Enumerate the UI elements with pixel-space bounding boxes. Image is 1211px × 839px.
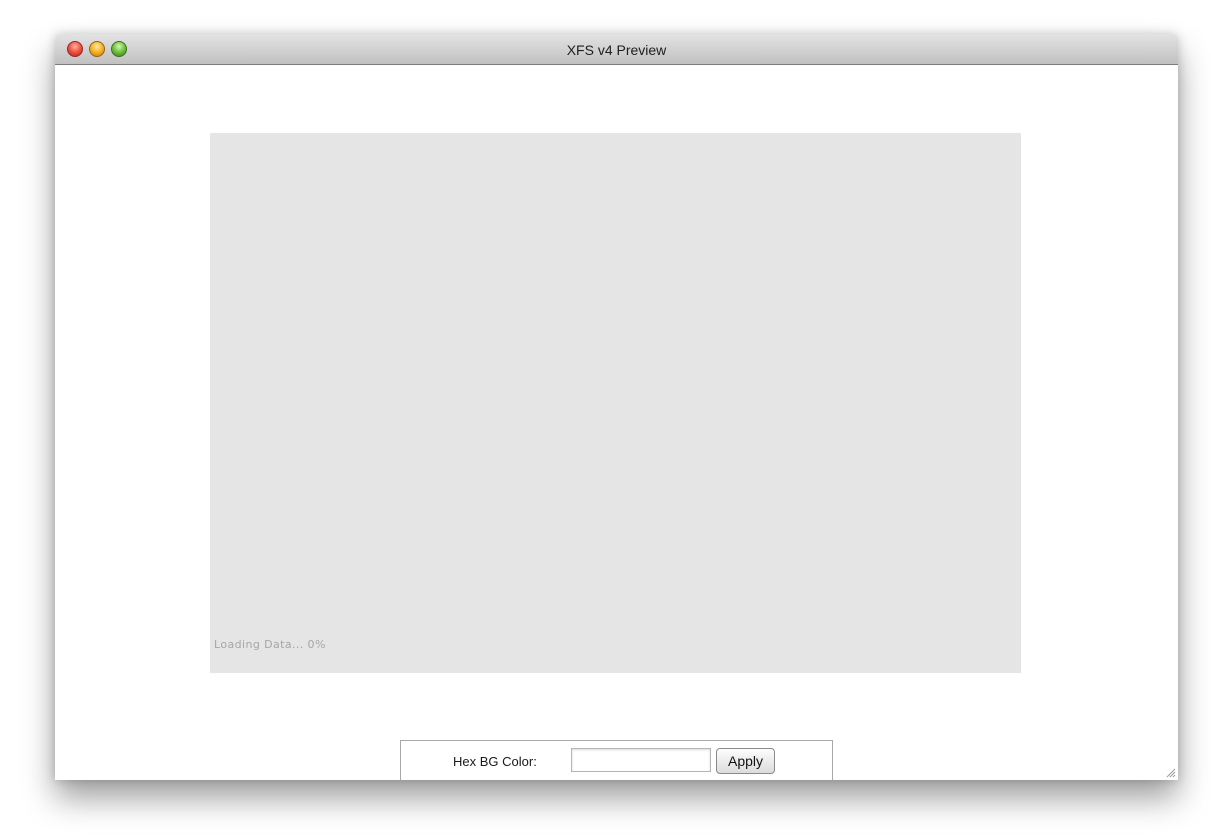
apply-button[interactable]: Apply — [716, 748, 775, 774]
resize-grip-icon[interactable] — [1164, 766, 1176, 778]
hex-bg-color-input[interactable] — [571, 748, 711, 772]
preview-stage: Loading Data... 0% — [210, 133, 1021, 673]
window-title: XFS v4 Preview — [566, 42, 667, 58]
bg-color-controls: Hex BG Color: Apply — [400, 740, 833, 780]
loading-status: Loading Data... 0% — [214, 638, 326, 651]
app-window: XFS v4 Preview Loading Data... 0% Hex BG… — [55, 34, 1178, 780]
hex-bg-color-label: Hex BG Color: — [453, 754, 537, 769]
title-bar[interactable]: XFS v4 Preview — [55, 34, 1178, 65]
